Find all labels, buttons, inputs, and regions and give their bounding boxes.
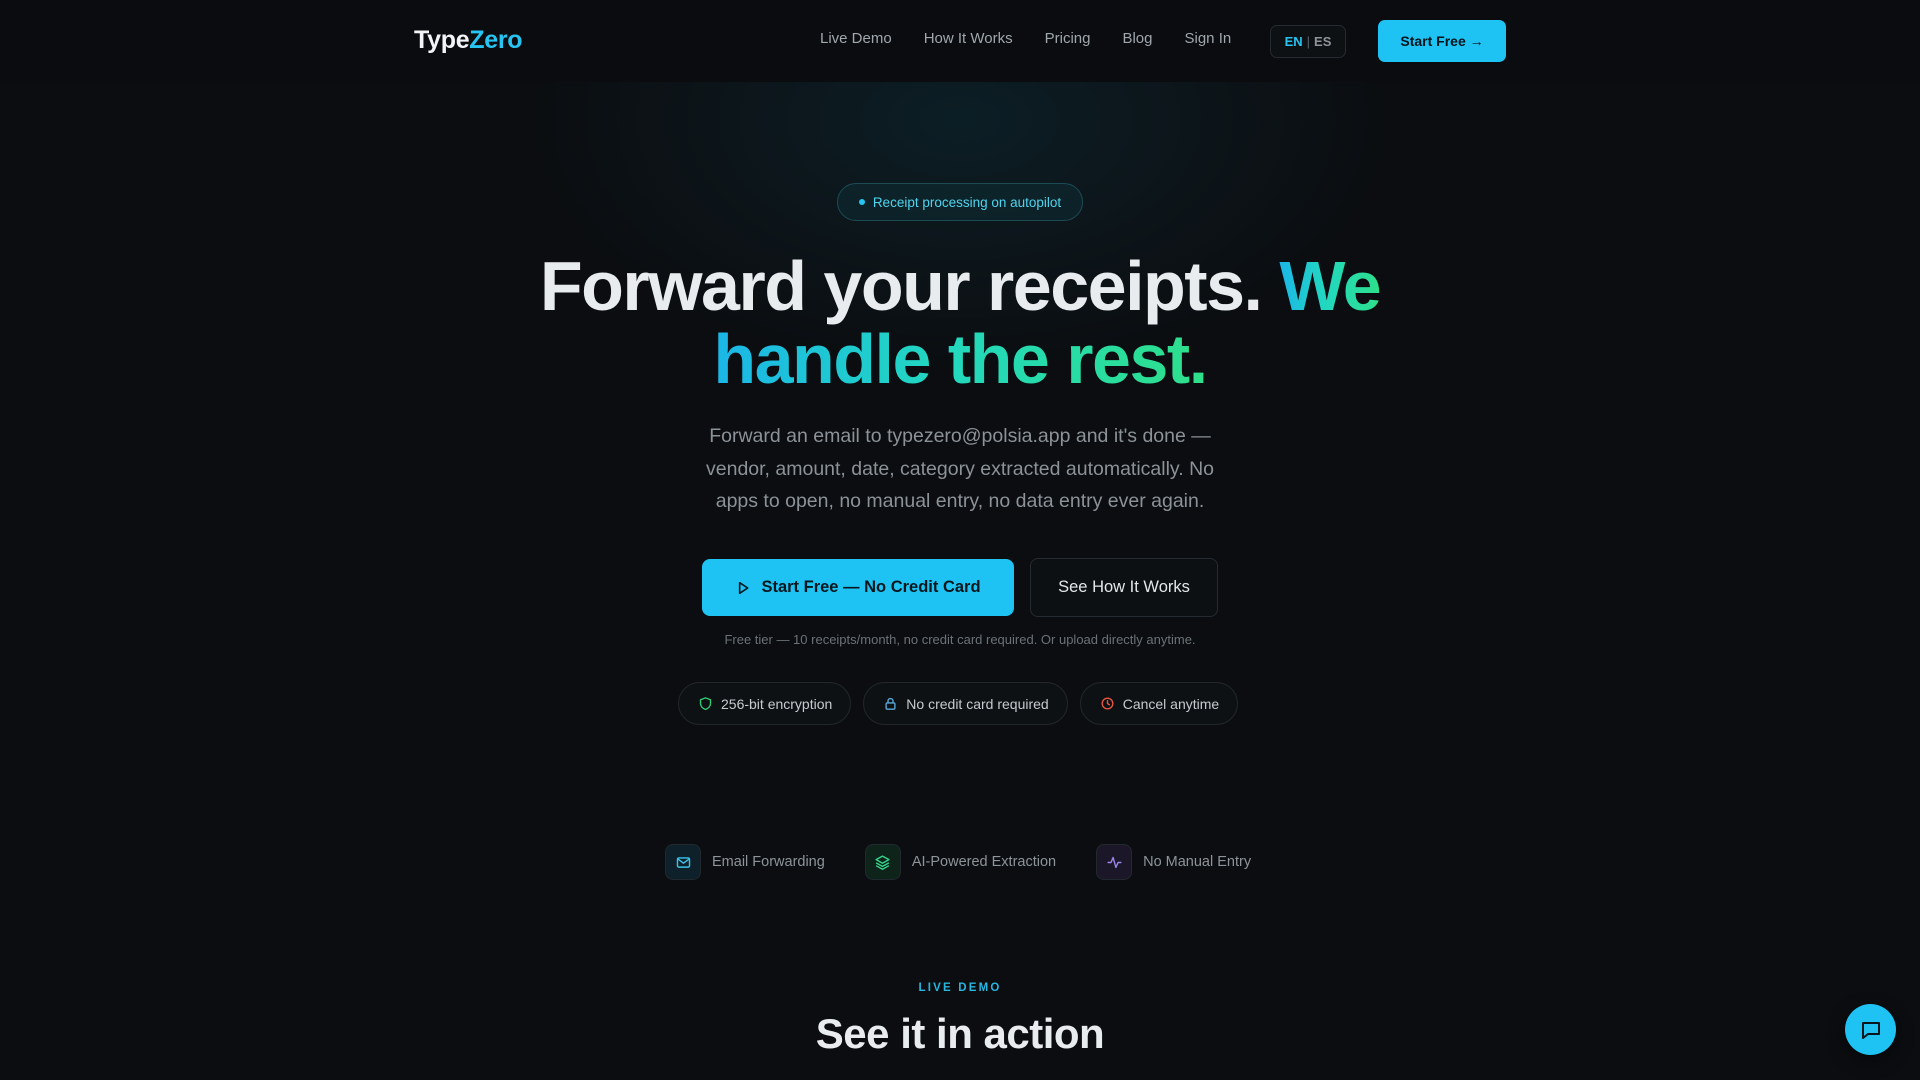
feature-ai-icon-box [864, 844, 901, 880]
lang-en[interactable]: EN [1285, 34, 1303, 49]
headline-accent-rest: handle the rest. [713, 320, 1208, 398]
language-switcher[interactable]: EN | ES [1270, 25, 1346, 58]
top-nav: TypeZero Live Demo How It Works Pricing … [0, 0, 1920, 82]
nav-link-pricing[interactable]: Pricing [1045, 30, 1091, 47]
feature-email-label: Email Forwarding [712, 854, 825, 870]
lang-separator: | [1306, 34, 1311, 49]
nav-link-live-demo[interactable]: Live Demo [820, 30, 892, 47]
live-demo-eyebrow: LIVE DEMO [918, 982, 1002, 994]
chat-button[interactable] [1845, 1004, 1896, 1055]
lock-icon [885, 697, 896, 710]
feature-no-manual-label: No Manual Entry [1143, 854, 1252, 870]
brand-name-part1: Type [414, 26, 470, 54]
shield-icon [699, 697, 712, 711]
badge-encryption: 256-bit encryption [678, 682, 852, 725]
chat-icon [1861, 1021, 1880, 1039]
badge-no-credit-card-label: No credit card required [906, 695, 1049, 712]
trust-badges: 256-bit encryption No credit card requir… [678, 682, 1239, 725]
layers-icon [875, 854, 890, 870]
status-dot-icon [858, 199, 865, 205]
nav-links: Live Demo How It Works Pricing Blog Sign… [820, 30, 1263, 47]
headline-plain: Forward your receipts. [539, 247, 1263, 325]
feature-pulse-icon-box [1096, 844, 1133, 880]
hero-pill-label: Receipt processing on autopilot [872, 194, 1062, 210]
hero-pill-badge: Receipt processing on autopilot [837, 183, 1083, 221]
brand-logo[interactable]: TypeZero [414, 26, 523, 55]
nav-start-free-button[interactable]: Start Free → [1378, 20, 1506, 62]
free-tier-note: Free tier — 10 receipts/month, no credit… [724, 632, 1196, 647]
see-how-it-works-button[interactable]: See How It Works [1030, 558, 1218, 617]
feature-no-manual-entry: No Manual Entry [1096, 844, 1251, 880]
feature-email-icon-box [665, 844, 701, 880]
live-demo-title: See it in action [815, 1010, 1105, 1057]
headline-accent-we: We [1279, 247, 1381, 325]
feature-ai-extraction: AI-Powered Extraction [864, 844, 1057, 880]
mail-icon [676, 856, 690, 868]
badge-cancel-anytime-label: Cancel anytime [1122, 695, 1220, 712]
hero-subtext: Forward an email to typezero@polsia.app … [706, 425, 1214, 512]
feature-row: Email Forwarding AI-Powered Extraction N… [665, 844, 1251, 880]
badge-cancel-anytime: Cancel anytime [1079, 682, 1239, 725]
clock-icon [1101, 697, 1114, 710]
badge-encryption-label: 256-bit encryption [721, 695, 833, 712]
start-free-no-card-label: Start Free — No Credit Card [761, 578, 981, 596]
activity-icon [1107, 856, 1122, 868]
play-icon [739, 581, 749, 594]
brand-name-part2: Zero [469, 26, 523, 54]
lang-es[interactable]: ES [1314, 34, 1331, 49]
nav-link-sign-in[interactable]: Sign In [1185, 30, 1232, 47]
start-free-no-card-button[interactable]: Start Free — No Credit Card [702, 559, 1014, 616]
badge-no-credit-card: No credit card required [863, 682, 1068, 725]
nav-link-blog[interactable]: Blog [1122, 30, 1152, 47]
nav-link-how-it-works[interactable]: How It Works [924, 30, 1013, 47]
feature-email-forwarding: Email Forwarding [665, 844, 825, 880]
feature-ai-label: AI-Powered Extraction [911, 854, 1057, 870]
hero-headline: Forward your receipts. We handle the res… [460, 250, 1460, 396]
